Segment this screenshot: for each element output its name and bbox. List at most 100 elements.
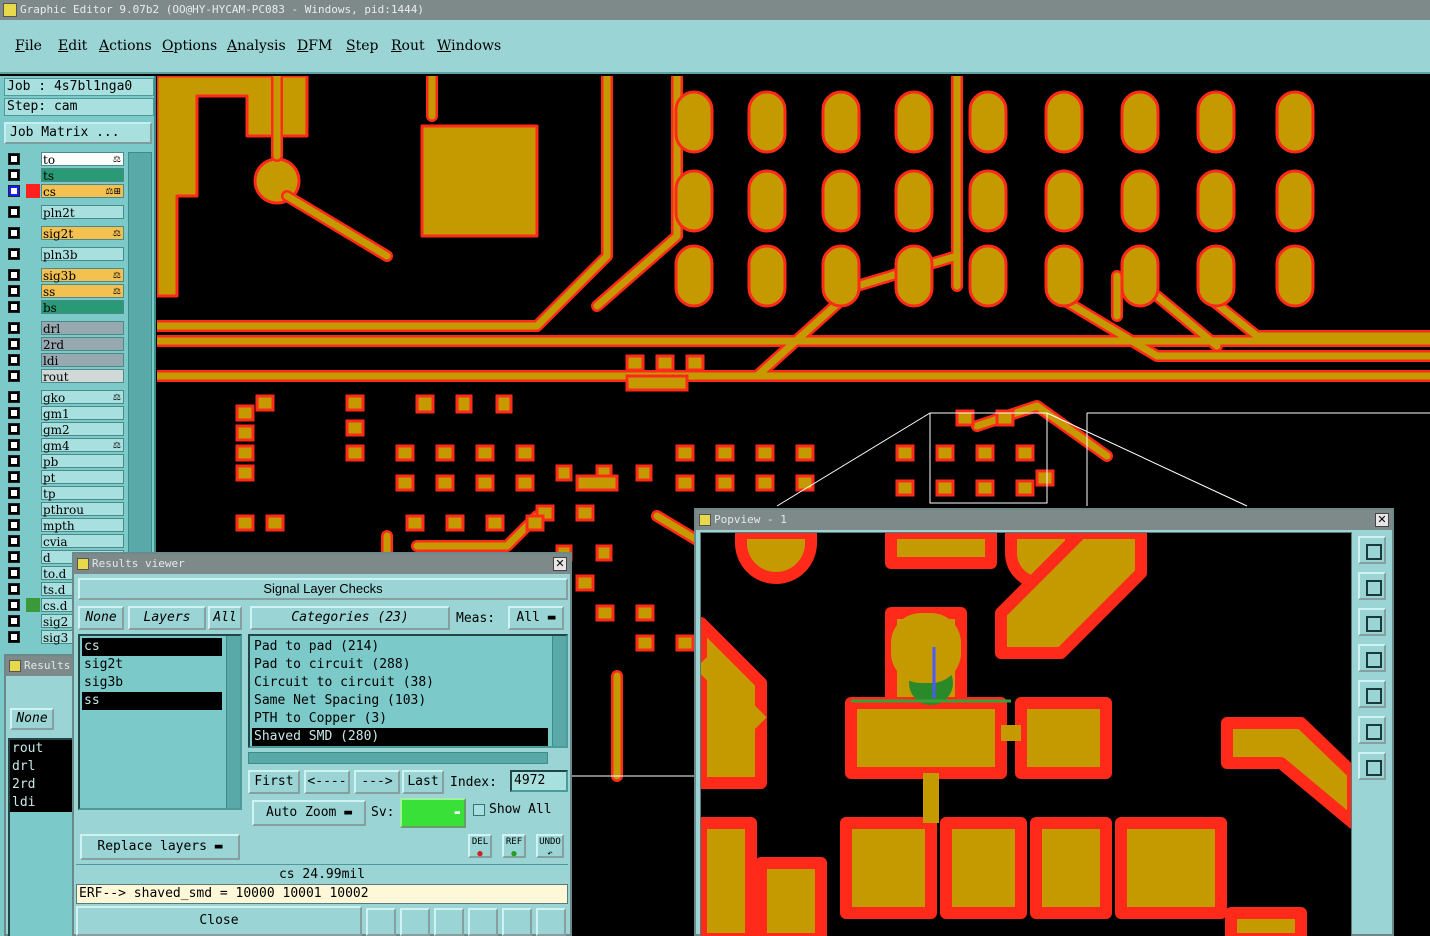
list-item[interactable]: Pad to circuit (288) <box>252 656 548 674</box>
menu-options[interactable]: Options <box>162 38 217 54</box>
layer-visibility-checkbox[interactable] <box>8 248 20 260</box>
layer-name[interactable]: sig2t ⚖ <box>41 226 124 241</box>
layer-row-pthrou[interactable]: pthrou <box>4 502 124 517</box>
layer-row-rout[interactable]: rout <box>4 369 124 384</box>
menu-windows[interactable]: Windows <box>437 38 501 54</box>
layer-row-sig3b[interactable]: sig3b ⚖ <box>4 268 124 283</box>
layer-color-swatch[interactable] <box>26 550 40 564</box>
none-button[interactable]: None <box>78 606 124 630</box>
layer-name[interactable]: bs <box>41 300 124 315</box>
first-button[interactable]: First <box>248 770 300 794</box>
layer-visibility-checkbox[interactable] <box>8 615 20 627</box>
undo-button[interactable]: UNDO ↶ <box>536 834 564 859</box>
list-item[interactable]: rout <box>10 740 76 758</box>
layer-visibility-checkbox[interactable] <box>8 370 20 382</box>
pan-up-icon[interactable] <box>1358 572 1386 600</box>
report-icon[interactable] <box>502 908 532 936</box>
sv-color-select[interactable]: ▬ <box>400 798 466 828</box>
close-icon[interactable]: ✕ <box>553 557 567 571</box>
export-icon[interactable] <box>400 908 430 936</box>
list-item[interactable]: Shaved SMD (280) <box>252 728 548 746</box>
layer-visibility-checkbox[interactable] <box>8 206 20 218</box>
all-button[interactable]: All <box>208 606 242 630</box>
layer-name[interactable]: pt <box>41 470 124 485</box>
list-item[interactable]: PTH to Copper (3) <box>252 710 548 728</box>
layer-name[interactable]: cvia <box>41 534 124 549</box>
layer-row-pln3b[interactable]: pln3b <box>4 247 124 262</box>
layer-visibility-checkbox[interactable] <box>8 455 20 467</box>
layer-name[interactable]: ss ⚖ <box>41 284 124 299</box>
layer-visibility-checkbox[interactable] <box>8 391 20 403</box>
list-item[interactable]: sig3b <box>82 674 222 692</box>
layer-color-swatch[interactable] <box>26 598 40 612</box>
layer-row-gm4[interactable]: gm4 ⚖ <box>4 438 124 453</box>
zoom-out-icon[interactable] <box>1358 752 1386 780</box>
layer-color-swatch[interactable] <box>26 205 40 219</box>
layer-color-swatch[interactable] <box>26 284 40 298</box>
layer-color-swatch[interactable] <box>26 321 40 335</box>
menu-edit[interactable]: Edit <box>58 38 87 54</box>
layer-row-ss[interactable]: ss ⚖ <box>4 284 124 299</box>
layer-color-swatch[interactable] <box>26 534 40 548</box>
layer-row-cvia[interactable]: cvia <box>4 534 124 549</box>
results-back-none-button[interactable]: None <box>10 708 54 730</box>
layer-row-ldi[interactable]: ldi <box>4 353 124 368</box>
layer-row-to[interactable]: to ⚖ <box>4 152 124 167</box>
list-item[interactable]: Pad to pad (214) <box>252 638 548 656</box>
layer-color-swatch[interactable] <box>26 486 40 500</box>
layer-name[interactable]: sig3b ⚖ <box>41 268 124 283</box>
show-all-checkbox[interactable] <box>473 804 485 816</box>
auto-zoom-select[interactable]: Auto Zoom ▬ <box>252 800 366 826</box>
layer-row-pt[interactable]: pt <box>4 470 124 485</box>
layer-visibility-checkbox[interactable] <box>8 439 20 451</box>
layer-color-swatch[interactable] <box>26 353 40 367</box>
ref-button[interactable]: REF ● <box>502 834 526 859</box>
layer-name[interactable]: cs ⚖⊞ <box>41 184 124 199</box>
layer-color-swatch[interactable] <box>26 470 40 484</box>
zoom-in-icon[interactable] <box>1358 716 1386 744</box>
menu-dfm[interactable]: DFM <box>297 38 332 54</box>
categories-hscrollbar[interactable] <box>248 752 548 764</box>
bar-chart-icon[interactable] <box>366 908 396 936</box>
next-button[interactable]: ---> <box>354 770 400 794</box>
layer-visibility-checkbox[interactable] <box>8 153 20 165</box>
layer-row-2rd[interactable]: 2rd <box>4 337 124 352</box>
layer-name[interactable]: 2rd <box>41 337 124 352</box>
layer-row-pln2t[interactable]: pln2t <box>4 205 124 220</box>
layer-color-swatch[interactable] <box>26 406 40 420</box>
layer-color-swatch[interactable] <box>26 226 40 240</box>
layer-color-swatch[interactable] <box>26 422 40 436</box>
layer-color-swatch[interactable] <box>26 438 40 452</box>
layer-visibility-checkbox[interactable] <box>8 551 20 563</box>
zoom-home-icon[interactable] <box>1358 536 1386 564</box>
layer-visibility-checkbox[interactable] <box>8 227 20 239</box>
categories-button[interactable]: Categories (23) <box>250 606 450 630</box>
menu-analysis[interactable]: Analysis <box>227 38 286 54</box>
layer-visibility-checkbox[interactable] <box>8 503 20 515</box>
layer-name[interactable]: pthrou <box>41 502 124 517</box>
layer-color-swatch[interactable] <box>26 502 40 516</box>
layer-name[interactable]: gm4 ⚖ <box>41 438 124 453</box>
layer-name[interactable]: pb <box>41 454 124 469</box>
layer-color-swatch[interactable] <box>26 247 40 261</box>
layer-color-swatch[interactable] <box>26 582 40 596</box>
pan-right-icon[interactable] <box>1358 680 1386 708</box>
layer-row-bs[interactable]: bs <box>4 300 124 315</box>
layer-visibility-checkbox[interactable] <box>8 354 20 366</box>
layer-visibility-checkbox[interactable] <box>8 487 20 499</box>
list-item[interactable]: drl <box>10 758 76 776</box>
replace-layers-select[interactable]: Replace layers ▬ <box>80 834 240 860</box>
layer-visibility-checkbox[interactable] <box>8 301 20 313</box>
layer-row-mpth[interactable]: mpth <box>4 518 124 533</box>
layer-color-swatch[interactable] <box>26 300 40 314</box>
layer-name[interactable]: mpth <box>41 518 124 533</box>
layer-visibility-checkbox[interactable] <box>8 269 20 281</box>
menu-actions[interactable]: Actions <box>99 38 152 54</box>
layer-color-swatch[interactable] <box>26 337 40 351</box>
layer-name[interactable]: ldi <box>41 353 124 368</box>
layer-color-swatch[interactable] <box>26 390 40 404</box>
layer-color-swatch[interactable] <box>26 518 40 532</box>
layers-button[interactable]: Layers <box>128 606 206 630</box>
layer-visibility-checkbox[interactable] <box>8 322 20 334</box>
layer-color-swatch[interactable] <box>26 630 40 644</box>
